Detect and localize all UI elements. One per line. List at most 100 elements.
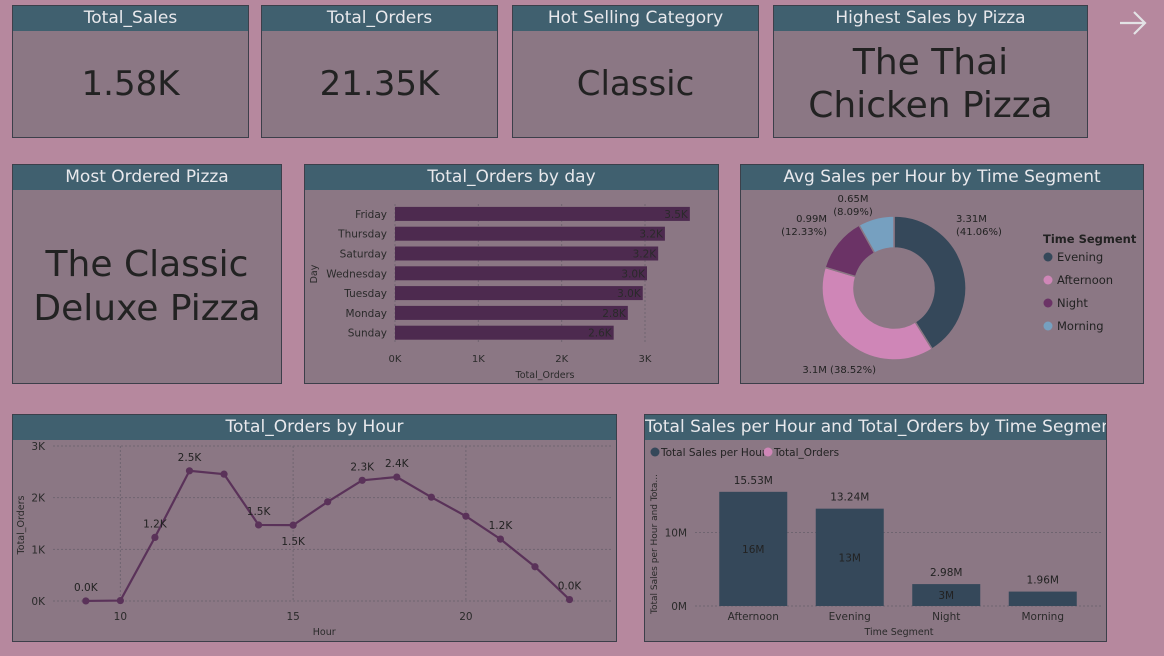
hour-data-point [220,470,228,478]
sales-orders-segment-chart: Total Sales per Hour Total_Orders 0M 10M 15.… [650,447,1101,638]
donut-legend-marker [1043,321,1053,331]
donut-legend-label: Afternoon [1057,273,1113,287]
hour-y-tick: 0K [31,596,46,608]
hot-category-label: Hot Selling Category [513,6,758,31]
day-category-label: Sunday [348,328,387,340]
hour-series-line [85,469,571,603]
highest-sales-pizza-card[interactable]: Highest Sales by Pizza The Thai Chicken … [773,5,1088,138]
most-ordered-pizza-card[interactable]: Most Ordered Pizza The Classic Deluxe Pi… [12,164,282,384]
sales-orders-segment-title: Total Sales per Hour and Total_Orders by… [645,415,1106,440]
hour-data-point [565,595,574,604]
day-category-label: Monday [346,308,387,320]
avg-sales-donut-title: Avg Sales per Hour by Time Segment [741,165,1143,190]
day-bar [395,226,665,241]
day-category-label: Wednesday [326,268,387,280]
total-sales-value: 1.58K [81,63,180,104]
hour-data-label: 1.5K [247,506,272,518]
day-data-label: 3.2K [633,249,658,261]
day-data-label: 3.5K [664,209,689,221]
seg-y-tick: 10M [665,527,687,539]
donut-value-label: 3.1M (38.52%) [802,365,876,376]
arrow-right-icon[interactable] [1116,6,1150,40]
donut-slice-afternoon [821,266,934,361]
day-x-tick: 1K [472,354,485,365]
day-x-axis-label: Total_Orders [515,370,575,381]
avg-sales-donut-chart: 3.31M (41.06%) 3.1M (38.52%) 0.99M (12.33%) 0… [781,194,1137,376]
seg-orders-label: 3M [938,590,954,602]
hour-data-point [358,476,366,484]
hour-data-point [427,493,435,501]
day-category-label: Thursday [337,229,387,241]
day-x-tick: 3K [639,354,652,365]
day-bar [395,305,628,320]
seg-data-label: 1.96M [1027,575,1059,587]
sales-orders-segment-chart-card[interactable]: Total Sales per Hour and Total_Orders by… [644,414,1107,642]
donut-legend-marker [1043,298,1053,308]
hour-data-label: 0.0K [558,581,583,593]
orders-by-hour-chart: 0K 1K 2K 3K 10 15 20 0.0K 1.2K 2.5K 1.5K 1.5K 2.3K 2.… [16,441,611,638]
highest-sales-pizza-label: Highest Sales by Pizza [774,6,1087,31]
donut-legend-marker [1043,252,1053,262]
day-data-label: 3.0K [617,288,642,300]
hour-data-point [496,535,505,543]
day-bar [395,206,690,221]
seg-data-label: 2.98M [930,567,962,579]
hot-category-card[interactable]: Hot Selling Category Classic [512,5,759,138]
day-data-label: 2.8K [602,308,627,320]
day-bar [395,246,659,261]
hot-category-value: Classic [576,63,695,104]
most-ordered-pizza-value: The Classic Deluxe Pizza [33,243,260,329]
donut-value-label: 0.99M [796,214,827,225]
total-sales-card[interactable]: Total_Sales 1.58K [12,5,249,138]
seg-bar-morning [1008,591,1077,606]
hour-data-label: 2.4K [385,458,410,470]
donut-value-label: 0.65M [838,194,869,205]
donut-value-label: 3.31M [956,214,987,225]
hour-data-point [82,597,90,605]
hour-data-label: 2.3K [350,461,375,473]
hour-x-axis-label: Hour [313,627,336,638]
day-category-label: Friday [355,209,387,221]
donut-legend-marker [1043,275,1053,285]
hour-data-label: 2.5K [178,452,203,464]
seg-orders-label: 13M [839,552,861,564]
day-bar [395,286,643,301]
hour-x-tick: 10 [114,611,127,623]
seg-legend-marker [763,447,773,457]
seg-y-tick: 0M [671,601,687,613]
seg-category-label: Morning [1021,611,1064,623]
donut-legend-label: Morning [1057,319,1104,333]
total-orders-value: 21.35K [319,63,440,104]
highest-sales-pizza-line1: The Thai [852,41,1009,83]
orders-by-day-chart-card[interactable]: Total_Orders by day 0K 1K 2K 3K Friday 3.5K Th… [304,164,719,384]
seg-legend-marker [650,447,660,457]
orders-by-hour-title: Total_Orders by Hour [13,415,616,440]
hour-data-point [462,512,470,520]
most-ordered-pizza-line2: Deluxe Pizza [33,287,261,329]
day-bar [395,266,647,281]
total-orders-card[interactable]: Total_Orders 21.35K [261,5,498,138]
day-data-label: 3.0K [621,268,646,280]
seg-y-axis-label: Total Sales per Hour and Tota... [650,474,660,615]
total-sales-label: Total_Sales [13,6,248,31]
donut-legend-label: Night [1057,296,1088,310]
highest-sales-pizza-value: The Thai Chicken Pizza [808,41,1053,127]
hour-y-tick: 1K [31,544,46,556]
day-bar [395,325,614,340]
hour-data-label: 0.0K [74,582,99,594]
most-ordered-pizza-line1: The Classic [45,244,249,286]
day-category-label: Tuesday [343,288,387,300]
day-category-label: Saturday [340,249,387,261]
day-y-axis-label: Day [309,264,320,283]
seg-category-label: Night [932,611,960,623]
orders-by-hour-chart-card[interactable]: Total_Orders by Hour 0K 1K 2K 3K 10 15 20 0.0K 1… [12,414,617,642]
donut-legend-title: Time Segment [1043,232,1137,246]
day-x-tick: 2K [555,354,568,365]
hour-data-point [116,596,124,605]
hour-data-point [185,467,194,475]
hour-y-tick: 2K [31,493,46,505]
hour-data-point [254,521,263,529]
day-x-tick: 0K [389,354,402,365]
hour-x-tick: 15 [286,611,299,623]
avg-sales-donut-card[interactable]: Avg Sales per Hour by Time Segment 3.31M… [740,164,1144,384]
